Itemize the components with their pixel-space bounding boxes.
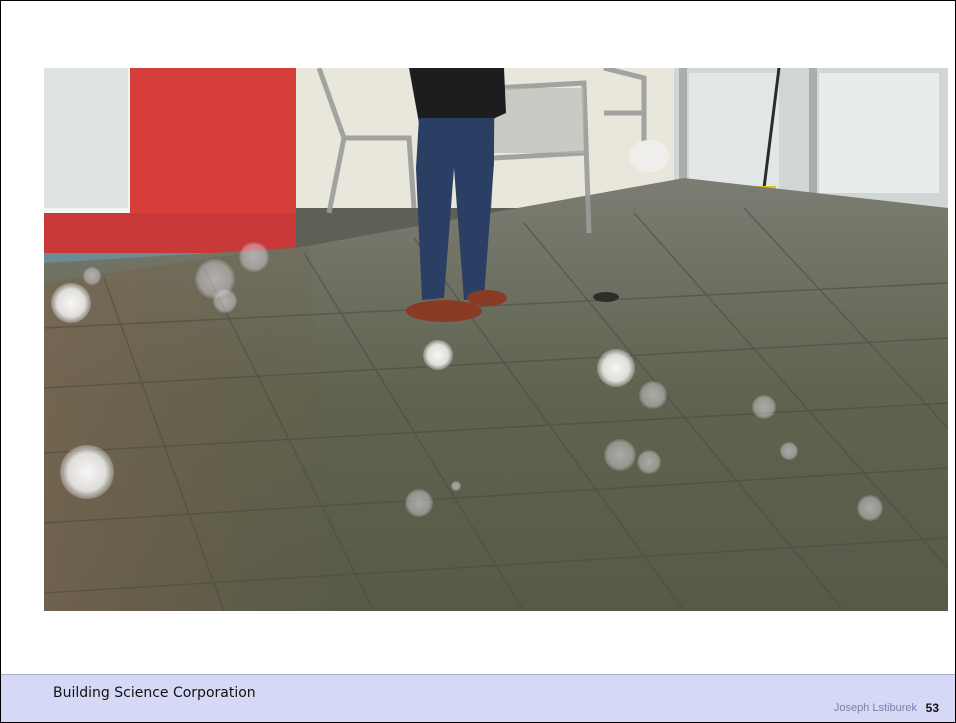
slide: Building Science Corporation Joseph Lsti…: [0, 0, 956, 723]
organization-name: Building Science Corporation: [53, 685, 256, 701]
page-number: 53: [925, 701, 939, 715]
slide-footer: Building Science Corporation Joseph Lsti…: [1, 674, 955, 722]
photo-illustration: [44, 68, 948, 611]
patio-photo: [44, 68, 948, 611]
author-name: Joseph Lstiburek: [833, 702, 917, 714]
